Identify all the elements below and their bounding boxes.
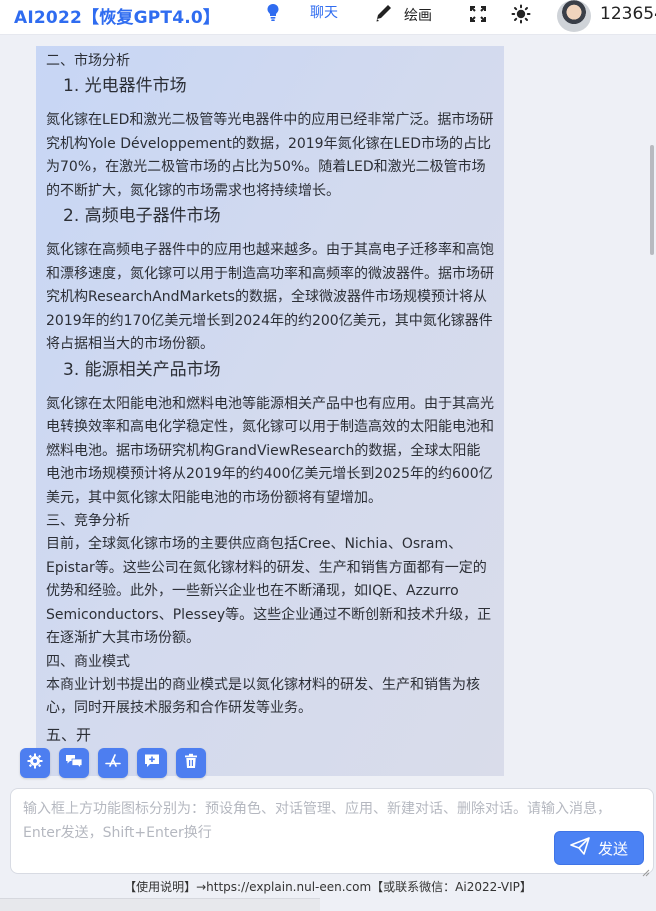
subsection-title: 3. 能源相关产品市场 xyxy=(63,359,221,380)
trash-icon xyxy=(184,753,198,773)
nav-draw[interactable]: 绘画 xyxy=(374,2,432,28)
paper-plane-icon xyxy=(570,837,590,859)
delete-chat-button[interactable] xyxy=(176,748,206,778)
nav-chat-label: 聊天 xyxy=(310,5,338,21)
pen-icon xyxy=(374,2,394,28)
horizontal-scrollbar[interactable] xyxy=(0,898,320,911)
new-chat-icon xyxy=(144,753,160,773)
gear-icon xyxy=(27,753,43,773)
paragraph: 目前，全球氮化镓市场的主要供应商包括Cree、Nichia、Osram、Epis… xyxy=(46,536,492,646)
top-bar: AI2022【恢复GPT4.0】 聊天 绘画 12365 xyxy=(0,0,656,35)
section-title: 三、竞争分析 xyxy=(46,513,130,529)
chat-bubbles-icon xyxy=(65,753,83,773)
section-title: 二、市场分析 xyxy=(46,53,130,69)
app-title[interactable]: AI2022【恢复GPT4.0】 xyxy=(14,3,220,28)
paragraph: 氮化镓在太阳能电池和燃料电池等能源相关产品中也有应用。由于其高光电转换效率和高电… xyxy=(46,395,494,506)
assistant-message: 二、市场分析 1. 光电器件市场 氮化镓在LED和激光二极管等光电器件中的应用已… xyxy=(36,46,504,776)
resize-handle[interactable] xyxy=(642,862,650,877)
username[interactable]: 123654 xyxy=(600,4,656,24)
send-label: 发送 xyxy=(597,839,628,858)
preset-role-button[interactable] xyxy=(20,748,50,778)
paragraph: 本商业计划书提出的商业模式是以氮化镓材料的研发、生产和销售为核心，同时开展技术服… xyxy=(46,676,480,717)
scrollbar-thumb[interactable] xyxy=(650,145,654,255)
nav-chat[interactable]: 聊天 xyxy=(266,2,338,22)
lightbulb-icon xyxy=(266,3,280,27)
avatar[interactable] xyxy=(557,0,591,32)
expand-icon[interactable] xyxy=(468,4,488,24)
paragraph: 氮化镓在LED和激光二极管等光电器件中的应用已经非常广泛。据市场研究机构Yole… xyxy=(46,112,494,199)
app-store-icon xyxy=(104,752,122,774)
send-button[interactable]: 发送 xyxy=(554,831,644,865)
nav-draw-label: 绘画 xyxy=(404,8,432,24)
new-chat-button[interactable] xyxy=(137,748,167,778)
subsection-title: 2. 高频电子器件市场 xyxy=(63,206,221,226)
section-title: 五、开 xyxy=(46,725,92,744)
input-toolbar xyxy=(20,748,206,778)
subsection-title: 1. 光电器件市场 xyxy=(63,76,187,96)
usage-footer[interactable]: 【使用说明】→https://explain.nul-een.com【或联系微信… xyxy=(0,878,656,895)
apps-button[interactable] xyxy=(98,748,128,778)
section-title: 四、商业模式 xyxy=(46,653,130,670)
sun-icon[interactable] xyxy=(511,4,531,24)
paragraph: 氮化镓在高频电子器件中的应用也越来越多。由于其高电子迁移率和高饱和漂移速度，氮化… xyxy=(46,242,494,352)
conversation-manage-button[interactable] xyxy=(59,748,89,778)
